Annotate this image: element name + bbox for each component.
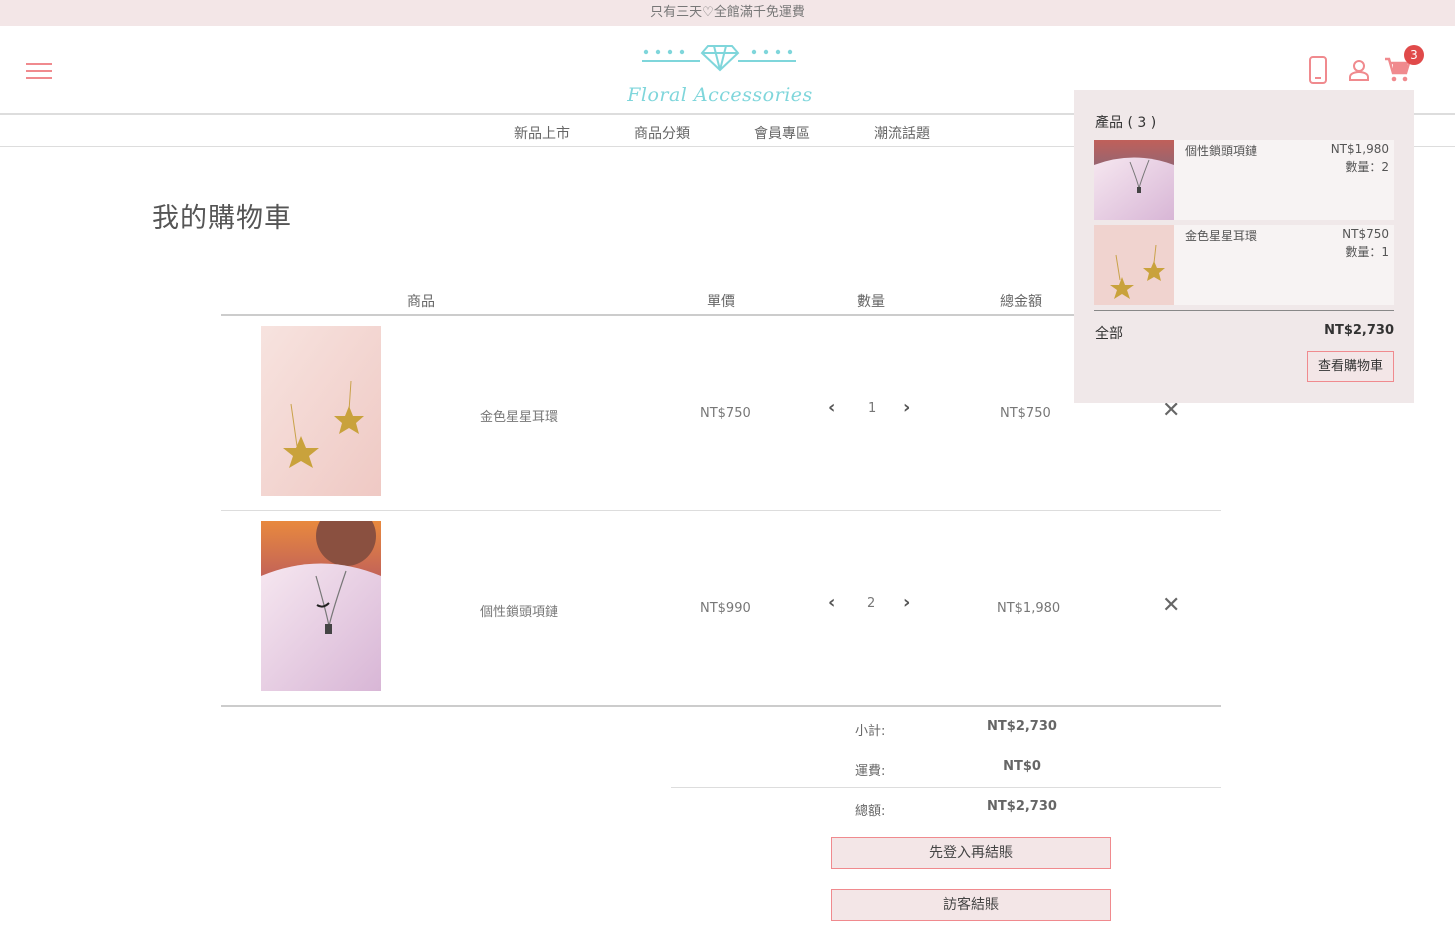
mini-cart-item-price: NT$1,980 [1330, 142, 1389, 156]
header-unit-price: 單價 [707, 294, 735, 310]
mini-cart-total-label: 全部 [1095, 326, 1123, 342]
cart-item-name[interactable]: 金色星星耳環 [480, 406, 558, 425]
header-quantity: 數量 [857, 294, 885, 310]
menu-icon[interactable] [26, 63, 52, 79]
header-total: 總金額 [1000, 294, 1042, 310]
product-image-star-earrings[interactable] [261, 326, 381, 496]
table-header-divider [221, 314, 1221, 316]
row-divider [221, 510, 1221, 511]
cart-item-unit-price: NT$750 [700, 406, 751, 421]
nav-trends[interactable]: 潮流話題 [852, 123, 952, 143]
cart-item-name[interactable]: 個性鎖頭項鏈 [480, 601, 558, 620]
cart-count-badge: 3 [1404, 45, 1424, 65]
announcement-text: 只有三天♡全館滿千免運費 [650, 5, 805, 20]
header-product: 商品 [407, 294, 435, 310]
mini-cart-dropdown: 產品 ( 3 ) 個性鎖頭項鏈 NT$1,980 數量：2 金色星星耳環 NT$… [1074, 90, 1414, 403]
nav-categories[interactable]: 商品分類 [612, 123, 712, 143]
mini-cart-item-qty: 數量：1 [1345, 245, 1389, 259]
page-title: 我的購物車 [152, 203, 292, 234]
diamond-logo-icon [642, 45, 796, 72]
remove-item-icon[interactable]: ✕ [1162, 593, 1180, 618]
nav-members[interactable]: 會員專區 [732, 123, 832, 143]
mini-cart-title: 產品 ( 3 ) [1095, 115, 1157, 131]
mini-cart-item-name: 個性鎖頭項鏈 [1185, 144, 1258, 158]
cart-item-qty: 1 [868, 401, 877, 416]
qty-increase-icon[interactable]: › [903, 592, 910, 613]
brand-name: Floral Accessories [627, 84, 813, 106]
subtotal-value: NT$2,730 [987, 719, 1057, 734]
cart-item-total: NT$1,980 [997, 601, 1061, 616]
qty-increase-icon[interactable]: › [903, 397, 910, 418]
total-label: 總額: [855, 804, 886, 819]
user-icon[interactable] [1347, 58, 1371, 82]
announcement-bar: 只有三天♡全館滿千免運費 [0, 0, 1455, 26]
shipping-label: 運費: [855, 764, 886, 779]
view-cart-button[interactable]: 查看購物車 [1307, 351, 1394, 382]
login-checkout-button[interactable]: 先登入再結賬 [831, 837, 1111, 869]
shipping-value: NT$0 [1003, 759, 1041, 774]
qty-decrease-icon[interactable]: ‹ [828, 397, 835, 418]
mini-cart-divider [1094, 310, 1394, 311]
mini-cart-item-qty: 數量：2 [1345, 160, 1389, 174]
mini-cart-item-image [1094, 225, 1174, 305]
mini-cart-item[interactable]: 個性鎖頭項鏈 NT$1,980 數量：2 [1094, 140, 1394, 220]
total-value: NT$2,730 [987, 799, 1057, 814]
guest-checkout-button[interactable]: 訪客結賬 [831, 889, 1111, 921]
mini-cart-item-image [1094, 140, 1174, 220]
nav-new-arrivals[interactable]: 新品上市 [492, 123, 592, 143]
table-footer-divider [221, 705, 1221, 707]
brand-logo[interactable]: Floral Accessories [620, 36, 820, 106]
product-image-lock-necklace[interactable] [261, 521, 381, 691]
phone-icon[interactable] [1308, 56, 1328, 84]
mini-cart-item-name: 金色星星耳環 [1185, 229, 1258, 243]
cart-item-qty: 2 [867, 596, 876, 611]
mini-cart-item[interactable]: 金色星星耳環 NT$750 數量：1 [1094, 225, 1394, 305]
cart-item-unit-price: NT$990 [700, 601, 751, 616]
qty-decrease-icon[interactable]: ‹ [828, 592, 835, 613]
summary-divider [671, 787, 1221, 788]
subtotal-label: 小計: [855, 724, 886, 739]
mini-cart-item-price: NT$750 [1342, 227, 1389, 241]
cart-item-total: NT$750 [1000, 406, 1051, 421]
mini-cart-total-value: NT$2,730 [1324, 323, 1394, 338]
